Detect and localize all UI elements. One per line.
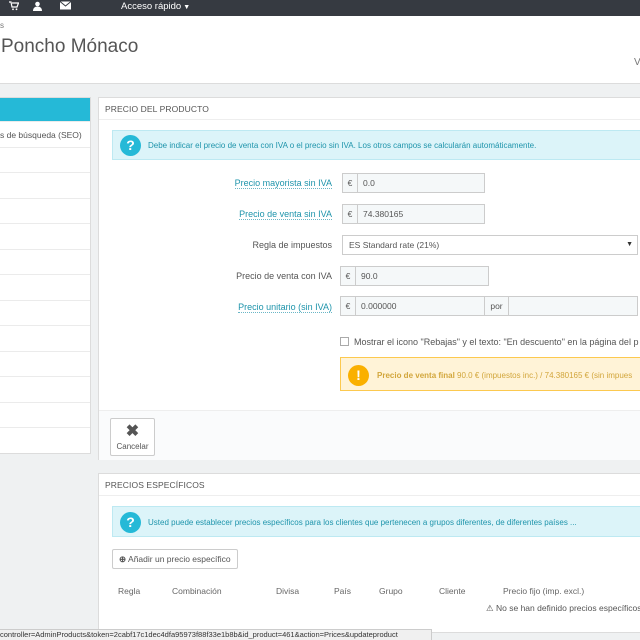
per-addon: por	[484, 297, 509, 315]
currency-addon: €	[341, 297, 356, 315]
breadcrumb[interactable]: s	[0, 21, 4, 30]
info-alert: ? Debe indicar el precio de venta con IV…	[112, 130, 640, 160]
product-tab-5[interactable]	[0, 224, 90, 250]
product-price-panel: PRECIO DEL PRODUCTO ? Debe indicar el pr…	[98, 97, 640, 460]
final-price-bold: Precio de venta final	[377, 371, 455, 380]
currency-addon: €	[343, 174, 358, 192]
product-tab-11[interactable]	[0, 377, 90, 403]
retail-price-excl-value[interactable]: 74.380165	[358, 205, 484, 223]
currency-addon: €	[341, 267, 356, 285]
product-tab-7[interactable]	[0, 275, 90, 301]
column-header: Combinación	[172, 586, 222, 596]
retail-price-incl-input[interactable]: € 90.0	[340, 266, 489, 286]
product-tab-1[interactable]: s de búsqueda (SEO)	[0, 122, 90, 148]
add-specific-price-label: Añadir un precio específico	[128, 554, 231, 564]
tax-rule-label: Regla de impuestos	[252, 240, 332, 250]
wholesale-price-label: Precio mayorista sin IVA	[234, 178, 332, 189]
warning-icon: !	[348, 365, 369, 386]
product-tab-2[interactable]	[0, 148, 90, 173]
wholesale-price-value[interactable]: 0.0	[358, 174, 484, 192]
dropdown-arrow-icon: ▼	[626, 241, 633, 248]
no-results-message: No se han definido precios específicos	[496, 603, 640, 613]
tax-rule-select[interactable]: ES Standard rate (21%) ▼	[342, 235, 638, 255]
unit-price-value[interactable]: 0.000000	[356, 297, 484, 315]
unit-type-value[interactable]	[509, 297, 637, 315]
product-tab-8[interactable]	[0, 301, 90, 326]
column-header: Grupo	[379, 586, 403, 596]
question-icon: ?	[120, 135, 141, 156]
on-sale-label: Mostrar el icono "Rebajas" y el texto: "…	[354, 337, 639, 347]
column-header: Precio fijo (imp. excl.)	[503, 586, 585, 596]
column-header: País	[334, 586, 352, 596]
quick-access-menu[interactable]: Acceso rápido ▼	[121, 1, 190, 12]
column-header: Divisa	[276, 586, 300, 596]
specific-prices-panel: PRECIOS ESPECÍFICOS ? Usted puede establ…	[98, 473, 640, 633]
panel-footer: ✖ Cancelar	[99, 410, 640, 460]
retail-price-excl-input[interactable]: € 74.380165	[342, 204, 485, 224]
envelope-icon[interactable]	[59, 1, 72, 13]
on-sale-checkbox[interactable]	[340, 337, 349, 346]
currency-addon: €	[343, 205, 358, 223]
page-title: Poncho Mónaco	[1, 36, 139, 57]
plus-circle-icon: ⊕	[119, 554, 127, 564]
top-navbar: Acceso rápido ▼	[0, 0, 640, 16]
close-icon: ✖	[125, 423, 140, 440]
product-tab-6[interactable]	[0, 250, 90, 275]
tax-rule-value: ES Standard rate (21%)	[349, 240, 440, 250]
cancel-label: Cancelar	[116, 442, 149, 451]
page-header: s Poncho Mónaco V	[0, 16, 640, 84]
add-specific-price-button[interactable]: ⊕ Añadir un precio específico	[112, 549, 238, 569]
wholesale-price-input[interactable]: € 0.0	[342, 173, 485, 193]
question-icon: ?	[120, 512, 141, 533]
panel-heading: PRECIO DEL PRODUCTO	[99, 98, 640, 120]
info-message: Debe indicar el precio de venta con IVA …	[148, 141, 537, 150]
column-header: Cliente	[439, 586, 466, 596]
product-tab-10[interactable]	[0, 352, 90, 377]
final-price-detail: 90.0 € (impuestos inc.) / 74.380165 € (s…	[454, 371, 633, 380]
panel-heading: PRECIOS ESPECÍFICOS	[99, 474, 640, 496]
quick-access-label: Acceso rápido	[121, 1, 182, 12]
retail-price-incl-value[interactable]: 90.0	[356, 267, 488, 285]
product-tab-0[interactable]	[0, 98, 90, 122]
unit-price-input-group: € 0.000000 por	[340, 296, 638, 316]
browser-status-bar: controller=AdminProducts&token=2cabf17c1…	[0, 629, 432, 640]
final-price-alert: ! Precio de venta final 90.0 € (impuesto…	[340, 357, 640, 391]
user-icon[interactable]	[33, 1, 42, 14]
product-tab-9[interactable]	[0, 326, 90, 352]
cancel-button[interactable]: ✖ Cancelar	[110, 418, 155, 456]
retail-price-excl-label: Precio de venta sin IVA	[239, 209, 332, 220]
retail-price-incl-label: Precio de venta con IVA	[236, 271, 332, 281]
header-right-fragment[interactable]: V	[634, 57, 640, 68]
info-message: Usted puede establecer precios específic…	[148, 518, 577, 527]
cart-icon[interactable]	[9, 1, 20, 14]
info-alert: ? Usted puede establecer precios específ…	[112, 506, 640, 537]
warning-icon: ⚠	[486, 603, 494, 613]
product-tab-12[interactable]	[0, 403, 90, 428]
caret-down-icon: ▼	[183, 4, 191, 11]
product-tab-4[interactable]	[0, 199, 90, 224]
product-tab-3[interactable]	[0, 173, 90, 199]
product-tabs: s de búsqueda (SEO)	[0, 97, 91, 454]
unit-price-label: Precio unitario (sin IVA)	[238, 302, 332, 313]
no-results-row: ⚠ No se han definido precios específicos	[486, 603, 640, 614]
column-header: Regla	[118, 586, 141, 596]
final-price-message: Precio de venta final 90.0 € (impuestos …	[377, 371, 632, 380]
on-sale-checkbox-row[interactable]: Mostrar el icono "Rebajas" y el texto: "…	[340, 337, 638, 347]
